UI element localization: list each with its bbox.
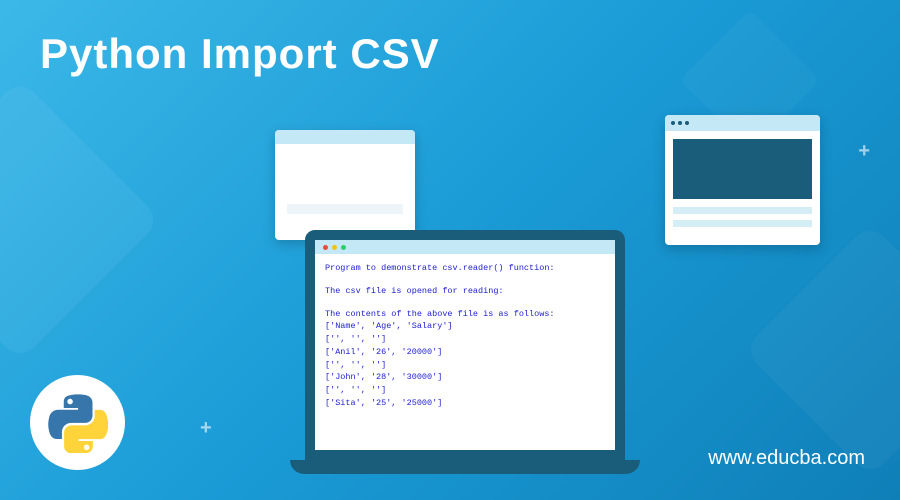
code-line: The csv file is opened for reading: [325,285,605,298]
code-line: ['John', '28', '30000'] [325,371,605,384]
window-titlebar [275,130,415,144]
code-line: ['', '', ''] [325,333,605,346]
background-decoration [743,223,900,478]
code-line: ['', '', ''] [325,384,605,397]
laptop-base [290,460,640,474]
terminal-titlebar [315,240,615,254]
background-decoration [0,79,161,362]
code-output: Program to demonstrate csv.reader() func… [315,254,615,418]
minimize-icon [332,245,337,250]
page-title: Python Import CSV [40,30,440,78]
window-control-icon [685,121,689,125]
code-line: ['Name', 'Age', 'Salary'] [325,320,605,333]
close-icon [323,245,328,250]
code-line: ['', '', ''] [325,359,605,372]
website-url: www.educba.com [708,447,865,470]
window-content-line [287,204,403,214]
window-content-box [673,139,812,199]
laptop-illustration: Program to demonstrate csv.reader() func… [290,230,640,500]
decorative-window [275,130,415,240]
window-content-line [673,220,812,227]
code-line: Program to demonstrate csv.reader() func… [325,262,605,275]
laptop-screen: Program to demonstrate csv.reader() func… [305,230,625,460]
window-content-line [673,207,812,214]
code-line: ['Anil', '26', '20000'] [325,346,605,359]
window-titlebar [665,115,820,131]
code-line: The contents of the above file is as fol… [325,308,605,321]
python-icon [48,393,108,453]
plus-icon: + [200,417,212,440]
code-line: ['Sita', '25', '25000'] [325,397,605,410]
plus-icon: + [858,140,870,163]
maximize-icon [341,245,346,250]
python-logo-icon [30,375,125,470]
window-control-icon [678,121,682,125]
decorative-window [665,115,820,245]
window-control-icon [671,121,675,125]
